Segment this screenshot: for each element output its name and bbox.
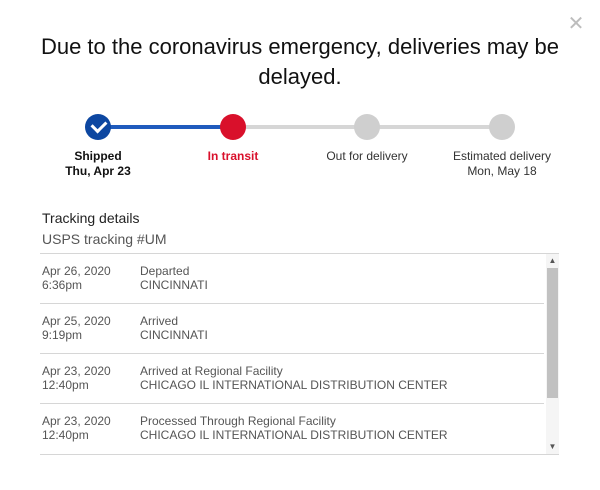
tracking-event-row: Apr 23, 2020 12:40pm Processed Through R…: [40, 404, 544, 453]
event-date: Apr 25, 2020: [42, 314, 111, 328]
tracking-event-row: Apr 25, 2020 9:19pm Arrived CINCINNATI: [40, 304, 544, 354]
step-title: Shipped: [74, 149, 122, 163]
event-status: Departed: [140, 264, 190, 278]
tracking-event-row: Apr 26, 2020 6:36pm Departed CINCINNATI: [40, 254, 544, 304]
step-shipped-dot: [85, 114, 111, 140]
scrollbar-thumb[interactable]: [547, 268, 558, 398]
step-in-transit-label: In transit: [163, 149, 303, 164]
step-date: Thu, Apr 23: [65, 164, 131, 178]
event-time: 6:36pm: [42, 278, 83, 292]
event-location: CINCINNATI: [140, 278, 208, 292]
tracking-events-list[interactable]: Apr 26, 2020 6:36pm Departed CINCINNATI …: [40, 253, 559, 455]
step-estimated-delivery-dot: [489, 114, 515, 140]
event-time: 12:40pm: [42, 378, 89, 392]
step-date: Mon, May 18: [467, 164, 537, 178]
event-location: CHICAGO IL INTERNATIONAL DISTRIBUTION CE…: [140, 428, 448, 442]
event-time: 12:40pm: [42, 428, 89, 442]
step-in-transit-dot: [220, 114, 246, 140]
step-title: In transit: [207, 149, 259, 163]
event-status: Processed Through Regional Facility: [140, 414, 336, 428]
tracking-details-heading: Tracking details: [42, 210, 140, 226]
step-title: Estimated delivery: [452, 149, 552, 163]
delay-notice-heading: Due to the coronavirus emergency, delive…: [40, 34, 560, 89]
event-location: CINCINNATI: [140, 328, 208, 342]
step-title: Out for delivery: [326, 149, 408, 163]
close-icon[interactable]: ✕: [566, 14, 586, 34]
event-time: 9:19pm: [42, 328, 83, 342]
step-out-for-delivery-label: Out for delivery: [297, 149, 437, 164]
event-date: Apr 23, 2020: [42, 414, 111, 428]
step-out-for-delivery-dot: [354, 114, 380, 140]
progress-line-completed: [98, 125, 232, 129]
scroll-up-arrow-icon[interactable]: ▲: [546, 255, 559, 267]
event-date: Apr 23, 2020: [42, 364, 111, 378]
checkmark-icon: [90, 116, 108, 134]
step-estimated-delivery-label: Estimated delivery Mon, May 18: [432, 149, 572, 179]
scrollbar[interactable]: ▲ ▼: [546, 254, 559, 454]
tracking-number: USPS tracking #UM: [42, 231, 167, 247]
tracking-event-row: Apr 23, 2020 12:40pm Arrived at Regional…: [40, 354, 544, 404]
event-date: Apr 26, 2020: [42, 264, 111, 278]
event-status: Arrived at Regional Facility: [140, 364, 283, 378]
event-location: CHICAGO IL INTERNATIONAL DISTRIBUTION CE…: [140, 378, 448, 392]
event-status: Arrived: [140, 314, 179, 328]
scroll-down-arrow-icon[interactable]: ▼: [546, 441, 559, 453]
step-shipped-label: Shipped Thu, Apr 23: [28, 149, 168, 179]
